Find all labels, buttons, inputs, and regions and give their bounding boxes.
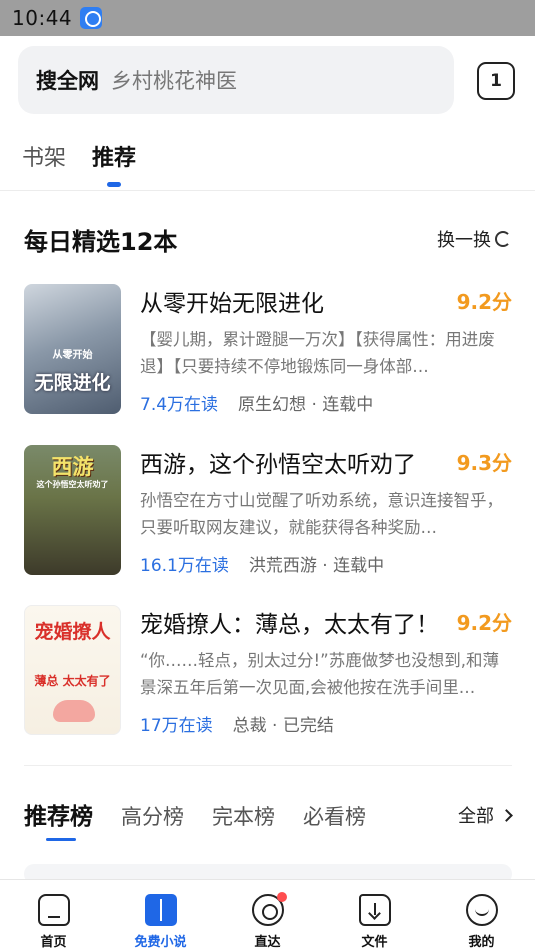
book-cover[interactable]: 宠婚撩人 薄总 太太有了 xyxy=(24,605,121,735)
divider xyxy=(0,190,535,191)
book-item[interactable]: 从零开始 无限进化 从零开始无限进化 9.2分 【婴儿期，累计蹬腿一万次】【获得… xyxy=(24,284,512,415)
ranking-tabs: 推荐榜 高分榜 完本榜 必看榜 xyxy=(24,797,394,841)
book-meta: 16.1万在读 洪荒西游 · 连载中 xyxy=(140,551,384,576)
search-input[interactable]: 搜全网 乡村桃花神医 xyxy=(18,46,454,114)
nav-home[interactable]: 首页 xyxy=(0,880,107,951)
cover-title: 西游 xyxy=(51,455,94,479)
search-scope-label: 搜全网 xyxy=(36,69,99,93)
compass-icon xyxy=(251,892,287,926)
book-cover[interactable]: 从零开始 无限进化 xyxy=(24,284,121,414)
book-title[interactable]: 宠婚撩人：薄总，太太有了！ xyxy=(140,605,439,639)
nav-me[interactable]: 我的 xyxy=(428,880,535,951)
view-all-button[interactable]: 全部 xyxy=(458,802,513,828)
cover-title: 无限进化 xyxy=(34,372,111,394)
book-title[interactable]: 从零开始无限进化 xyxy=(140,284,324,318)
nav-label: 直达 xyxy=(254,935,281,950)
top-tabs: 书架 推荐 xyxy=(22,140,136,172)
book-description: 孙悟空在方寸山觉醒了听劝系统，意识连接智乎，只要听取网友建议，就能获得各种奖励… xyxy=(140,491,503,537)
refresh-label: 换一换 xyxy=(437,230,491,251)
book-title[interactable]: 西游，这个孙悟空太听劝了 xyxy=(140,445,416,479)
nav-free-novels[interactable]: 免费小说 xyxy=(107,880,214,951)
book-icon xyxy=(144,894,177,926)
tab-recommend-rank[interactable]: 推荐榜 xyxy=(24,797,93,841)
file-download-icon xyxy=(358,894,391,926)
smile-icon xyxy=(465,894,498,926)
nav-label: 首页 xyxy=(40,935,67,950)
nav-label: 我的 xyxy=(468,935,495,950)
refresh-button[interactable]: 换一换 xyxy=(437,226,511,252)
divider xyxy=(24,765,512,766)
tab-counter-button[interactable]: 1 xyxy=(477,62,515,100)
book-readers: 7.4万在读 xyxy=(140,395,219,415)
book-tags: 总裁 · 已完结 xyxy=(232,716,334,736)
home-icon xyxy=(37,894,70,926)
app-notification-icon xyxy=(80,7,103,29)
search-row: 搜全网 乡村桃花神医 1 xyxy=(18,46,517,114)
book-score: 9.2分 xyxy=(456,611,512,635)
view-all-label: 全部 xyxy=(458,806,494,827)
book-item[interactable]: 宠婚撩人 薄总 太太有了 宠婚撩人：薄总，太太有了！ 9.2分 “你……轻点，别… xyxy=(24,605,512,736)
status-bar: 10:44 xyxy=(0,0,535,36)
book-tags: 原生幻想 · 连载中 xyxy=(238,395,374,415)
book-description: “你……轻点，别太过分!”苏鹿做梦也没想到,和薄景深五年后第一次见面,会被他按在… xyxy=(140,651,499,697)
tab-bookshelf[interactable]: 书架 xyxy=(22,140,66,172)
book-cover[interactable]: 西游 这个孙悟空太听劝了 xyxy=(24,445,121,575)
book-meta: 7.4万在读 原生幻想 · 连载中 xyxy=(140,390,373,415)
tab-must-read-rank[interactable]: 必看榜 xyxy=(303,801,366,831)
fox-illustration xyxy=(53,700,95,722)
nav-direct[interactable]: 直达 xyxy=(214,880,321,951)
status-time: 10:44 xyxy=(12,6,73,30)
book-readers: 17万在读 xyxy=(140,716,213,736)
daily-picks-title: 每日精选12本 xyxy=(24,228,178,256)
chevron-right-icon xyxy=(500,808,513,822)
tab-high-score-rank[interactable]: 高分榜 xyxy=(121,801,184,831)
book-description: 【婴儿期，累计蹬腿一万次】【获得属性：用进废退】【只要持续不停地锻炼同一身体部… xyxy=(140,330,495,376)
refresh-icon xyxy=(495,231,511,247)
cover-subtitle: 薄总 太太有了 xyxy=(34,674,111,688)
book-score: 9.2分 xyxy=(456,290,512,314)
book-readers: 16.1万在读 xyxy=(140,556,229,576)
cover-title: 宠婚撩人 xyxy=(34,621,111,643)
tab-completed-rank[interactable]: 完本榜 xyxy=(212,801,275,831)
book-score: 9.3分 xyxy=(456,451,512,475)
search-query-text: 乡村桃花神医 xyxy=(111,69,237,93)
tab-recommend[interactable]: 推荐 xyxy=(92,140,136,172)
bottom-nav: 首页 免费小说 直达 文件 我的 xyxy=(0,879,535,951)
nav-label: 免费小说 xyxy=(134,935,187,950)
book-tags: 洪荒西游 · 连载中 xyxy=(248,556,385,576)
notification-dot xyxy=(276,892,287,902)
cover-subtitle: 从零开始 xyxy=(52,350,93,361)
cover-subtitle: 这个孙悟空太听劝了 xyxy=(36,480,109,489)
nav-label: 文件 xyxy=(361,935,388,950)
book-meta: 17万在读 总裁 · 已完结 xyxy=(140,711,334,736)
book-item[interactable]: 西游 这个孙悟空太听劝了 西游，这个孙悟空太听劝了 9.3分 孙悟空在方寸山觉醒… xyxy=(24,445,512,576)
nav-files[interactable]: 文件 xyxy=(321,880,428,951)
